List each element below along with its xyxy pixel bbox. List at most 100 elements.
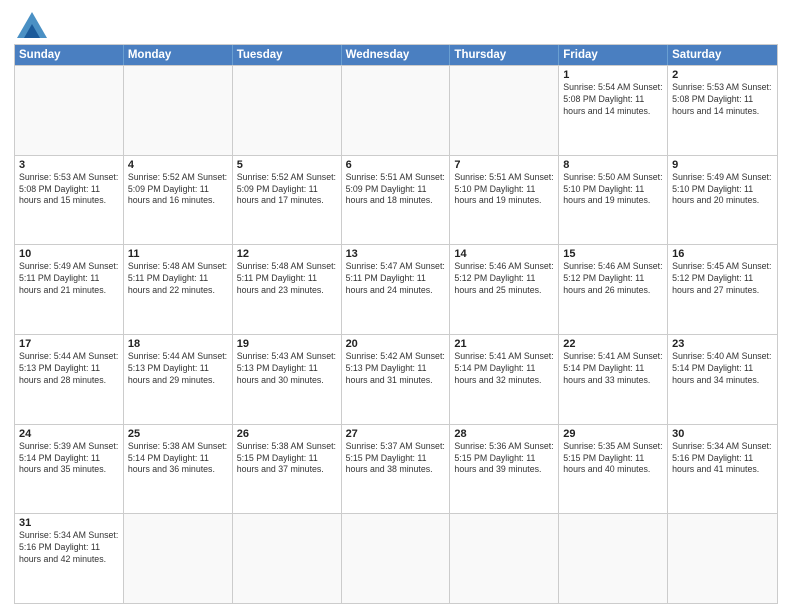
calendar-cell <box>124 514 233 603</box>
cell-info: Sunrise: 5:52 AM Sunset: 5:09 PM Dayligh… <box>128 172 228 208</box>
cell-day-number: 16 <box>672 248 773 260</box>
cell-info: Sunrise: 5:45 AM Sunset: 5:12 PM Dayligh… <box>672 261 773 297</box>
calendar-cell: 24Sunrise: 5:39 AM Sunset: 5:14 PM Dayli… <box>15 425 124 514</box>
calendar-cell: 9Sunrise: 5:49 AM Sunset: 5:10 PM Daylig… <box>668 156 777 245</box>
cell-info: Sunrise: 5:38 AM Sunset: 5:15 PM Dayligh… <box>237 441 337 477</box>
cell-day-number: 29 <box>563 428 663 440</box>
calendar-cell: 31Sunrise: 5:34 AM Sunset: 5:16 PM Dayli… <box>15 514 124 603</box>
cell-info: Sunrise: 5:43 AM Sunset: 5:13 PM Dayligh… <box>237 351 337 387</box>
calendar-cell: 22Sunrise: 5:41 AM Sunset: 5:14 PM Dayli… <box>559 335 668 424</box>
cell-day-number: 13 <box>346 248 446 260</box>
calendar-cell: 18Sunrise: 5:44 AM Sunset: 5:13 PM Dayli… <box>124 335 233 424</box>
calendar-cell: 16Sunrise: 5:45 AM Sunset: 5:12 PM Dayli… <box>668 245 777 334</box>
cell-info: Sunrise: 5:36 AM Sunset: 5:15 PM Dayligh… <box>454 441 554 477</box>
cell-info: Sunrise: 5:46 AM Sunset: 5:12 PM Dayligh… <box>454 261 554 297</box>
calendar-cell: 19Sunrise: 5:43 AM Sunset: 5:13 PM Dayli… <box>233 335 342 424</box>
cell-day-number: 19 <box>237 338 337 350</box>
cell-day-number: 3 <box>19 159 119 171</box>
cell-day-number: 20 <box>346 338 446 350</box>
cell-day-number: 8 <box>563 159 663 171</box>
cell-info: Sunrise: 5:44 AM Sunset: 5:13 PM Dayligh… <box>128 351 228 387</box>
calendar-cell: 29Sunrise: 5:35 AM Sunset: 5:15 PM Dayli… <box>559 425 668 514</box>
calendar-header-cell: Wednesday <box>342 45 451 65</box>
calendar-week-row: 24Sunrise: 5:39 AM Sunset: 5:14 PM Dayli… <box>15 424 777 514</box>
cell-day-number: 30 <box>672 428 773 440</box>
cell-day-number: 22 <box>563 338 663 350</box>
calendar-body: 1Sunrise: 5:54 AM Sunset: 5:08 PM Daylig… <box>15 65 777 603</box>
calendar-header-cell: Saturday <box>668 45 777 65</box>
calendar-cell: 1Sunrise: 5:54 AM Sunset: 5:08 PM Daylig… <box>559 66 668 155</box>
calendar-header-row: SundayMondayTuesdayWednesdayThursdayFrid… <box>15 45 777 65</box>
cell-info: Sunrise: 5:53 AM Sunset: 5:08 PM Dayligh… <box>19 172 119 208</box>
calendar-header-cell: Friday <box>559 45 668 65</box>
cell-day-number: 26 <box>237 428 337 440</box>
cell-day-number: 10 <box>19 248 119 260</box>
logo-icon <box>17 12 47 38</box>
calendar-cell: 23Sunrise: 5:40 AM Sunset: 5:14 PM Dayli… <box>668 335 777 424</box>
cell-info: Sunrise: 5:34 AM Sunset: 5:16 PM Dayligh… <box>672 441 773 477</box>
calendar-cell <box>450 66 559 155</box>
calendar-cell <box>450 514 559 603</box>
cell-day-number: 1 <box>563 69 663 81</box>
calendar-cell <box>668 514 777 603</box>
cell-info: Sunrise: 5:48 AM Sunset: 5:11 PM Dayligh… <box>128 261 228 297</box>
cell-info: Sunrise: 5:53 AM Sunset: 5:08 PM Dayligh… <box>672 82 773 118</box>
cell-info: Sunrise: 5:38 AM Sunset: 5:14 PM Dayligh… <box>128 441 228 477</box>
cell-info: Sunrise: 5:50 AM Sunset: 5:10 PM Dayligh… <box>563 172 663 208</box>
cell-info: Sunrise: 5:39 AM Sunset: 5:14 PM Dayligh… <box>19 441 119 477</box>
cell-day-number: 11 <box>128 248 228 260</box>
calendar-cell <box>233 66 342 155</box>
cell-day-number: 6 <box>346 159 446 171</box>
calendar-cell <box>233 514 342 603</box>
cell-day-number: 25 <box>128 428 228 440</box>
calendar-header-cell: Tuesday <box>233 45 342 65</box>
calendar-cell: 21Sunrise: 5:41 AM Sunset: 5:14 PM Dayli… <box>450 335 559 424</box>
calendar-cell: 28Sunrise: 5:36 AM Sunset: 5:15 PM Dayli… <box>450 425 559 514</box>
cell-day-number: 24 <box>19 428 119 440</box>
cell-info: Sunrise: 5:40 AM Sunset: 5:14 PM Dayligh… <box>672 351 773 387</box>
calendar-cell: 20Sunrise: 5:42 AM Sunset: 5:13 PM Dayli… <box>342 335 451 424</box>
calendar-cell: 17Sunrise: 5:44 AM Sunset: 5:13 PM Dayli… <box>15 335 124 424</box>
calendar-week-row: 1Sunrise: 5:54 AM Sunset: 5:08 PM Daylig… <box>15 65 777 155</box>
cell-day-number: 12 <box>237 248 337 260</box>
cell-day-number: 2 <box>672 69 773 81</box>
calendar-cell: 14Sunrise: 5:46 AM Sunset: 5:12 PM Dayli… <box>450 245 559 334</box>
cell-day-number: 27 <box>346 428 446 440</box>
calendar-cell: 4Sunrise: 5:52 AM Sunset: 5:09 PM Daylig… <box>124 156 233 245</box>
cell-info: Sunrise: 5:46 AM Sunset: 5:12 PM Dayligh… <box>563 261 663 297</box>
calendar: SundayMondayTuesdayWednesdayThursdayFrid… <box>14 44 778 604</box>
cell-info: Sunrise: 5:51 AM Sunset: 5:10 PM Dayligh… <box>454 172 554 208</box>
cell-day-number: 28 <box>454 428 554 440</box>
calendar-cell: 5Sunrise: 5:52 AM Sunset: 5:09 PM Daylig… <box>233 156 342 245</box>
calendar-cell <box>342 66 451 155</box>
cell-info: Sunrise: 5:44 AM Sunset: 5:13 PM Dayligh… <box>19 351 119 387</box>
calendar-week-row: 31Sunrise: 5:34 AM Sunset: 5:16 PM Dayli… <box>15 513 777 603</box>
calendar-cell: 3Sunrise: 5:53 AM Sunset: 5:08 PM Daylig… <box>15 156 124 245</box>
cell-info: Sunrise: 5:41 AM Sunset: 5:14 PM Dayligh… <box>454 351 554 387</box>
logo <box>14 12 47 38</box>
calendar-cell: 26Sunrise: 5:38 AM Sunset: 5:15 PM Dayli… <box>233 425 342 514</box>
cell-day-number: 5 <box>237 159 337 171</box>
cell-info: Sunrise: 5:34 AM Sunset: 5:16 PM Dayligh… <box>19 530 119 566</box>
cell-info: Sunrise: 5:42 AM Sunset: 5:13 PM Dayligh… <box>346 351 446 387</box>
cell-day-number: 14 <box>454 248 554 260</box>
calendar-week-row: 10Sunrise: 5:49 AM Sunset: 5:11 PM Dayli… <box>15 244 777 334</box>
calendar-cell: 7Sunrise: 5:51 AM Sunset: 5:10 PM Daylig… <box>450 156 559 245</box>
cell-info: Sunrise: 5:49 AM Sunset: 5:11 PM Dayligh… <box>19 261 119 297</box>
cell-info: Sunrise: 5:41 AM Sunset: 5:14 PM Dayligh… <box>563 351 663 387</box>
calendar-cell: 6Sunrise: 5:51 AM Sunset: 5:09 PM Daylig… <box>342 156 451 245</box>
calendar-cell <box>124 66 233 155</box>
cell-info: Sunrise: 5:49 AM Sunset: 5:10 PM Dayligh… <box>672 172 773 208</box>
cell-info: Sunrise: 5:51 AM Sunset: 5:09 PM Dayligh… <box>346 172 446 208</box>
calendar-cell: 2Sunrise: 5:53 AM Sunset: 5:08 PM Daylig… <box>668 66 777 155</box>
calendar-cell <box>342 514 451 603</box>
cell-info: Sunrise: 5:48 AM Sunset: 5:11 PM Dayligh… <box>237 261 337 297</box>
cell-day-number: 9 <box>672 159 773 171</box>
cell-day-number: 4 <box>128 159 228 171</box>
calendar-cell: 11Sunrise: 5:48 AM Sunset: 5:11 PM Dayli… <box>124 245 233 334</box>
cell-info: Sunrise: 5:47 AM Sunset: 5:11 PM Dayligh… <box>346 261 446 297</box>
calendar-cell: 25Sunrise: 5:38 AM Sunset: 5:14 PM Dayli… <box>124 425 233 514</box>
calendar-cell: 30Sunrise: 5:34 AM Sunset: 5:16 PM Dayli… <box>668 425 777 514</box>
cell-info: Sunrise: 5:37 AM Sunset: 5:15 PM Dayligh… <box>346 441 446 477</box>
cell-day-number: 31 <box>19 517 119 529</box>
